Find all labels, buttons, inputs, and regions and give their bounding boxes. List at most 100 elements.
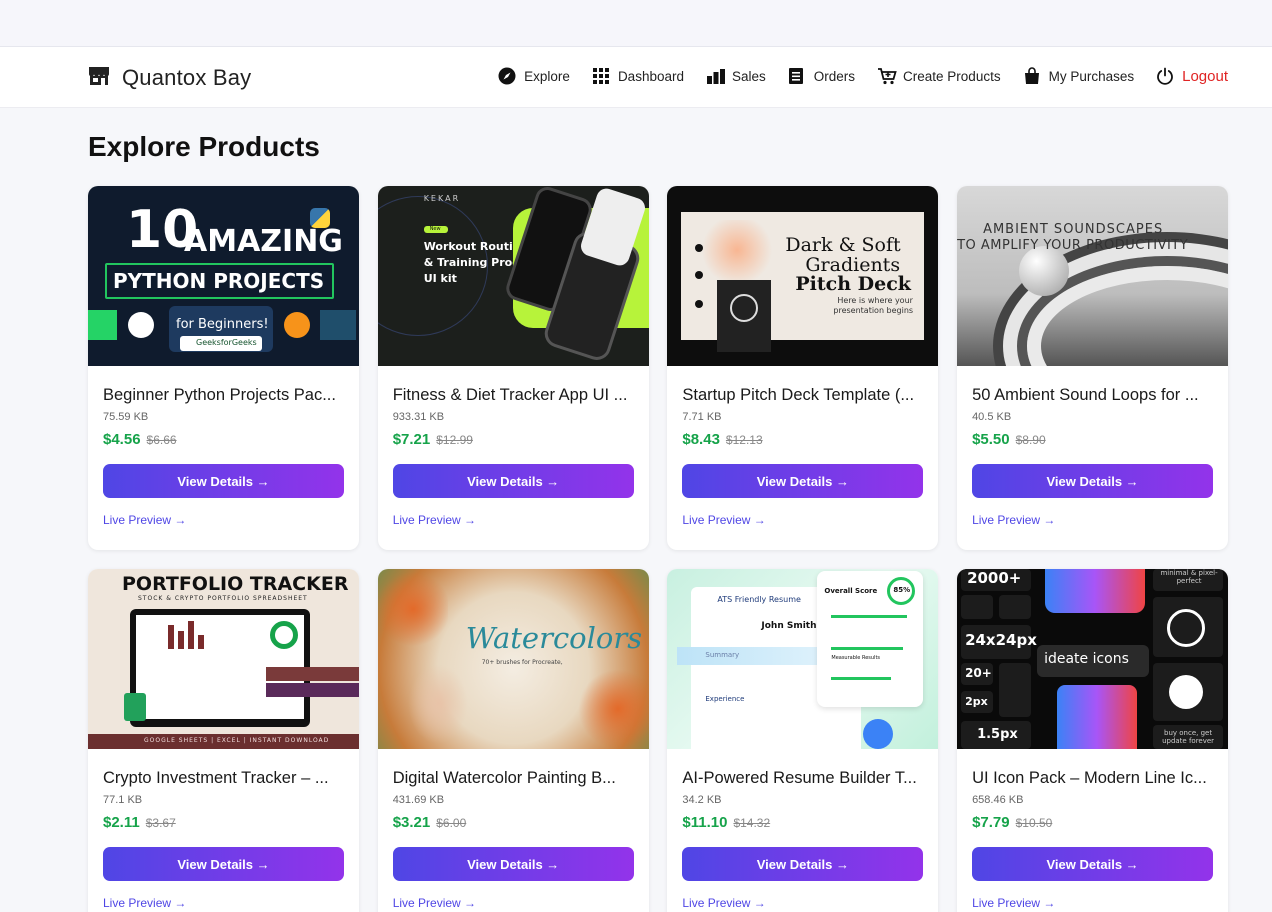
product-size: 933.31 KB xyxy=(392,411,445,423)
product-thumbnail[interactable]: Watercolors 70+ brushes for Procreate, xyxy=(377,569,649,749)
product-thumbnail[interactable]: Dark & Soft Gradients Pitch Deck Here is… xyxy=(667,186,939,366)
product-grid: 10 AMAZING PYTHON PROJECTS for Beginners… xyxy=(88,186,1229,912)
thumb-text: 2000+ xyxy=(967,569,1022,587)
thumb-text: for Beginners! xyxy=(176,317,269,332)
product-price: $7.21 xyxy=(392,431,431,448)
shopping-bag-icon xyxy=(1023,67,1041,85)
product-price: $8.43 xyxy=(682,431,720,448)
compass-icon xyxy=(498,67,516,85)
nav-orders[interactable]: Orders xyxy=(788,67,855,85)
live-preview-link[interactable]: Live Preview → xyxy=(103,513,344,527)
thumb-text: 70+ brushes for Procreate, xyxy=(481,659,563,666)
main-nav: Explore Dashboard Sales Orders Create Pr… xyxy=(498,67,1228,85)
view-details-button[interactable]: View Details → xyxy=(103,464,344,498)
view-details-button[interactable]: View Details → xyxy=(682,464,924,498)
thumb-text: KEKAR xyxy=(423,194,461,203)
thumb-text: Watercolors xyxy=(465,621,643,655)
product-size: 7.71 KB xyxy=(682,411,722,423)
product-card: AMBIENT SOUNDSCAPES TO AMPLIFY YOUR PROD… xyxy=(957,186,1229,550)
product-title[interactable]: 50 Ambient Sound Loops for ... xyxy=(972,386,1213,405)
live-preview-link[interactable]: Live Preview → xyxy=(682,513,923,527)
product-title[interactable]: Crypto Investment Tracker – ... xyxy=(103,769,344,788)
live-preview-link[interactable]: Live Preview → xyxy=(393,513,634,527)
view-details-button[interactable]: View Details → xyxy=(972,464,1214,498)
live-preview-link[interactable]: Live Preview → xyxy=(393,896,634,910)
product-size: 34.2 KB xyxy=(682,794,722,806)
thumb-text: 20+ xyxy=(965,666,992,680)
product-title[interactable]: AI-Powered Resume Builder T... xyxy=(682,769,923,788)
nav-explore[interactable]: Explore xyxy=(498,67,570,85)
product-card: 2000+ 24x24px 20+ 2px 1.5px ideate icons… xyxy=(957,569,1229,912)
view-details-button[interactable]: View Details → xyxy=(682,847,924,881)
product-old-price: $8.90 xyxy=(1015,433,1046,447)
navbar: Quantox Bay Explore Dashboard Sales Orde… xyxy=(0,47,1272,108)
product-old-price: $3.67 xyxy=(145,816,176,830)
product-card: ATS Friendly Resume John Smith Summary E… xyxy=(667,569,939,912)
grid-icon xyxy=(592,67,610,85)
product-old-price: $10.50 xyxy=(1015,816,1053,830)
product-old-price: $14.32 xyxy=(733,816,771,830)
thumb-text: presentation begins xyxy=(833,306,914,315)
thumb-text: Overall Score xyxy=(824,587,878,595)
thumb-text: Measurable Results xyxy=(831,655,881,661)
nav-orders-label: Orders xyxy=(813,68,856,84)
thumb-text: AMBIENT SOUNDSCAPES xyxy=(983,222,1164,237)
view-details-button[interactable]: View Details → xyxy=(972,847,1214,881)
nav-dashboard-label: Dashboard xyxy=(617,68,684,84)
product-size: 658.46 KB xyxy=(972,794,1024,806)
product-thumbnail[interactable]: KEKAR New Workout Routines & Training Pr… xyxy=(377,186,649,366)
thumb-text: Here is where your xyxy=(837,296,913,305)
thumb-text: 24x24px xyxy=(965,631,1037,649)
thumb-text: Pitch Deck xyxy=(795,273,911,295)
product-title[interactable]: Fitness & Diet Tracker App UI ... xyxy=(393,386,634,405)
cart-plus-icon xyxy=(877,67,897,85)
thumb-text: STOCK & CRYPTO PORTFOLIO SPREADSHEET xyxy=(138,595,308,602)
view-details-button[interactable]: View Details → xyxy=(392,464,634,498)
thumb-text: PYTHON PROJECTS xyxy=(113,269,325,293)
product-thumbnail[interactable]: 2000+ 24x24px 20+ 2px 1.5px ideate icons… xyxy=(957,569,1229,749)
thumb-text: AMAZING xyxy=(184,224,343,259)
thumb-text: 1.5px xyxy=(977,727,1018,742)
power-icon xyxy=(1156,67,1174,85)
nav-my-purchases-label: My Purchases xyxy=(1048,68,1135,84)
browser-top-strip xyxy=(0,0,1272,47)
live-preview-link[interactable]: Live Preview → xyxy=(103,896,344,910)
product-title[interactable]: Beginner Python Projects Pac... xyxy=(103,386,344,405)
product-title[interactable]: Digital Watercolor Painting B... xyxy=(393,769,634,788)
product-thumbnail[interactable]: PORTFOLIO TRACKER STOCK & CRYPTO PORTFOL… xyxy=(88,569,359,749)
product-price: $4.56 xyxy=(103,431,141,448)
thumb-text: ideate icons xyxy=(1044,651,1129,667)
nav-my-purchases[interactable]: My Purchases xyxy=(1023,67,1135,85)
thumb-text: UI kit xyxy=(423,272,457,285)
brand[interactable]: Quantox Bay xyxy=(88,65,251,91)
product-price: $11.10 xyxy=(682,814,728,831)
product-title[interactable]: Startup Pitch Deck Template (... xyxy=(682,386,923,405)
view-details-button[interactable]: View Details → xyxy=(392,847,634,881)
store-icon xyxy=(88,66,110,91)
product-title[interactable]: UI Icon Pack – Modern Line Ic... xyxy=(972,769,1213,788)
product-thumbnail[interactable]: 10 AMAZING PYTHON PROJECTS for Beginners… xyxy=(88,186,359,366)
nav-logout[interactable]: Logout xyxy=(1156,67,1228,85)
live-preview-link[interactable]: Live Preview → xyxy=(682,896,923,910)
thumb-text: ATS Friendly Resume xyxy=(717,595,801,604)
thumb-text: Summary xyxy=(705,651,740,659)
thumb-text: Experience xyxy=(705,695,745,703)
live-preview-link[interactable]: Live Preview → xyxy=(972,513,1213,527)
product-thumbnail[interactable]: AMBIENT SOUNDSCAPES TO AMPLIFY YOUR PROD… xyxy=(957,186,1229,366)
receipt-icon xyxy=(788,67,806,85)
product-card: PORTFOLIO TRACKER STOCK & CRYPTO PORTFOL… xyxy=(88,569,359,912)
nav-create-products[interactable]: Create Products xyxy=(877,67,1001,85)
view-details-button[interactable]: View Details → xyxy=(103,847,344,881)
product-price: $5.50 xyxy=(972,431,1010,448)
live-preview-link[interactable]: Live Preview → xyxy=(972,896,1213,910)
nav-dashboard[interactable]: Dashboard xyxy=(592,67,684,85)
product-card: 10 AMAZING PYTHON PROJECTS for Beginners… xyxy=(88,186,359,550)
thumb-text: 85% xyxy=(893,586,911,594)
product-thumbnail[interactable]: ATS Friendly Resume John Smith Summary E… xyxy=(667,569,939,749)
product-price: $2.11 xyxy=(103,814,140,831)
nav-create-products-label: Create Products xyxy=(903,68,1001,84)
product-old-price: $6.00 xyxy=(436,816,467,830)
nav-sales[interactable]: Sales xyxy=(706,67,766,85)
nav-explore-label: Explore xyxy=(524,68,570,84)
thumb-text: Dark & Soft xyxy=(785,234,901,256)
